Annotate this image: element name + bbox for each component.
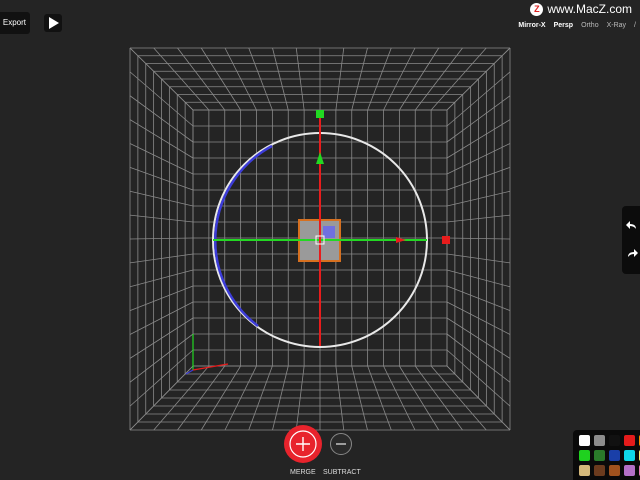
z-rotation-arc[interactable] <box>214 144 273 327</box>
undo-icon[interactable] <box>626 220 638 232</box>
y-scale-handle[interactable] <box>316 110 324 118</box>
redo-icon[interactable] <box>626 248 638 260</box>
color-swatch[interactable] <box>579 465 590 476</box>
cube-face-highlight[interactable] <box>323 226 335 238</box>
watermark: Z www.MacZ.com <box>530 2 632 16</box>
play-button[interactable] <box>44 14 62 32</box>
play-icon <box>49 17 59 29</box>
toggle-slash[interactable]: / <box>634 22 636 29</box>
view-mode-toggles: Mirror-X Persp Ortho X-Ray / <box>518 22 636 29</box>
color-palette <box>573 430 640 480</box>
color-swatch[interactable] <box>624 450 635 461</box>
toggle-orthographic[interactable]: Ortho <box>581 22 599 29</box>
macz-logo-icon: Z <box>530 2 544 16</box>
toggle-mirror-x[interactable]: Mirror-X <box>518 22 545 29</box>
merge-label: MERGE <box>290 469 316 476</box>
color-swatch[interactable] <box>594 450 605 461</box>
x-scale-handle[interactable] <box>442 236 450 244</box>
color-swatch[interactable] <box>624 465 635 476</box>
minus-icon <box>336 443 346 445</box>
subtract-button[interactable] <box>330 433 352 455</box>
toggle-x-ray[interactable]: X-Ray <box>607 22 626 29</box>
history-panel <box>622 206 640 274</box>
3d-viewport[interactable] <box>0 0 640 480</box>
color-swatch[interactable] <box>624 435 635 446</box>
export-button[interactable]: Export <box>0 12 30 34</box>
color-swatch[interactable] <box>609 435 620 446</box>
merge-button[interactable] <box>284 425 322 463</box>
color-swatch[interactable] <box>609 465 620 476</box>
plus-icon <box>289 430 317 458</box>
toggle-perspective[interactable]: Persp <box>554 22 573 29</box>
watermark-text: www.MacZ.com <box>547 2 632 16</box>
subtract-label: SUBTRACT <box>323 469 361 476</box>
color-swatch[interactable] <box>609 450 620 461</box>
color-swatch[interactable] <box>579 450 590 461</box>
color-swatch[interactable] <box>594 435 605 446</box>
color-swatch[interactable] <box>594 465 605 476</box>
color-swatch[interactable] <box>579 435 590 446</box>
